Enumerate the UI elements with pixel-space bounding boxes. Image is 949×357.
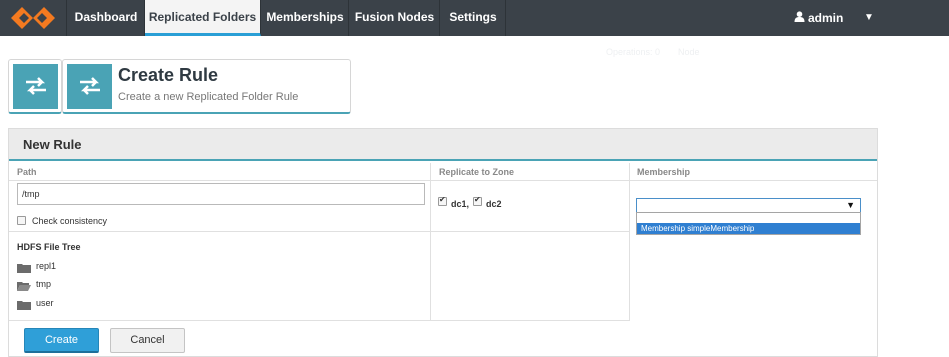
cancel-button[interactable]: Cancel	[110, 328, 185, 353]
replicate-arrows-icon	[26, 77, 46, 95]
user-name: admin	[808, 11, 844, 25]
tree-item-user[interactable]: user	[17, 298, 77, 310]
column-header-zone: Replicate to Zone	[431, 163, 629, 181]
tree-item-repl1[interactable]: repl1	[17, 261, 77, 273]
zone-checkbox-dc2[interactable]	[473, 195, 482, 206]
user-menu[interactable]: admin	[794, 0, 843, 36]
user-icon	[794, 0, 805, 36]
zone-checkbox-dc1[interactable]	[438, 195, 447, 206]
folder-open-icon	[17, 282, 31, 291]
path-input[interactable]	[17, 183, 425, 205]
zone-label-dc2: dc2	[486, 199, 502, 209]
new-rule-panel: New Rule Path Replicate to Zone Membersh…	[8, 128, 878, 357]
check-consistency-label: Check consistency	[32, 216, 108, 226]
operations-status: Operations: 0	[606, 47, 661, 57]
replicate-arrows-icon	[80, 77, 100, 95]
create-button[interactable]: Create	[24, 328, 99, 353]
membership-dropdown-list: Membership simpleMembership	[636, 212, 861, 235]
divider	[9, 320, 629, 321]
hdfs-tree-label: HDFS File Tree	[17, 242, 81, 252]
tab-replicated-folders[interactable]: Replicated Folders	[145, 0, 261, 36]
panel-header: New Rule	[9, 129, 877, 161]
top-navbar: Dashboard Replicated Folders Memberships…	[0, 0, 949, 36]
divider	[629, 163, 630, 321]
divider	[9, 231, 629, 232]
tab-dashboard[interactable]: Dashboard	[68, 0, 145, 36]
dropdown-arrow-icon: ▼	[846, 200, 855, 210]
replicated-folder-icon-card	[8, 59, 62, 114]
wandisco-logo-icon	[11, 7, 55, 29]
node-status: Node	[678, 47, 700, 57]
logo[interactable]	[0, 0, 67, 36]
folder-closed-icon	[17, 301, 31, 310]
membership-option[interactable]: Membership simpleMembership	[637, 223, 860, 234]
divider	[430, 163, 431, 321]
tree-item-tmp[interactable]: tmp	[17, 279, 77, 291]
panel-title: New Rule	[23, 137, 82, 152]
folder-closed-icon	[17, 264, 31, 273]
column-header-membership: Membership	[629, 163, 877, 181]
tab-settings[interactable]: Settings	[441, 0, 506, 36]
tab-fusion-nodes[interactable]: Fusion Nodes	[350, 0, 440, 36]
check-consistency-checkbox[interactable]	[17, 216, 26, 225]
page-header-card: Create Rule Create a new Replicated Fold…	[62, 59, 351, 114]
column-header-path: Path	[9, 163, 431, 181]
chevron-down-icon[interactable]: ▼	[864, 0, 874, 36]
tab-memberships[interactable]: Memberships	[262, 0, 349, 36]
page-title: Create Rule	[118, 65, 219, 85]
zone-label-dc1: dc1,	[451, 199, 470, 209]
membership-select[interactable]: ▼	[636, 198, 861, 213]
page-subtitle: Create a new Replicated Folder Rule	[118, 91, 299, 103]
